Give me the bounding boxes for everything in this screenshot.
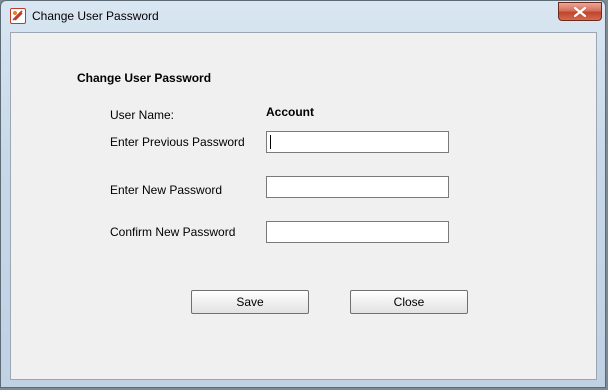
user-name-label: User Name: (110, 108, 175, 122)
previous-password-input[interactable] (266, 131, 449, 153)
close-icon (574, 7, 586, 17)
confirm-password-label: Confirm New Password (110, 225, 236, 239)
user-name-value: Account (266, 105, 314, 119)
app-icon (10, 8, 26, 24)
dialog-content: Change User Password User Name: Account … (10, 32, 597, 380)
new-password-label: Enter New Password (110, 183, 223, 197)
new-password-input[interactable] (266, 176, 449, 198)
dialog-window: Change User Password Change User Passwor… (0, 0, 606, 388)
confirm-password-input[interactable] (266, 221, 449, 243)
window-title: Change User Password (32, 9, 159, 23)
form-heading: Change User Password (77, 71, 212, 85)
title-bar[interactable]: Change User Password (1, 1, 605, 32)
save-button[interactable]: Save (191, 290, 309, 314)
text-caret (270, 135, 271, 149)
window-close-button[interactable] (558, 2, 602, 21)
previous-password-label: Enter Previous Password (110, 135, 245, 149)
close-button[interactable]: Close (350, 290, 468, 314)
